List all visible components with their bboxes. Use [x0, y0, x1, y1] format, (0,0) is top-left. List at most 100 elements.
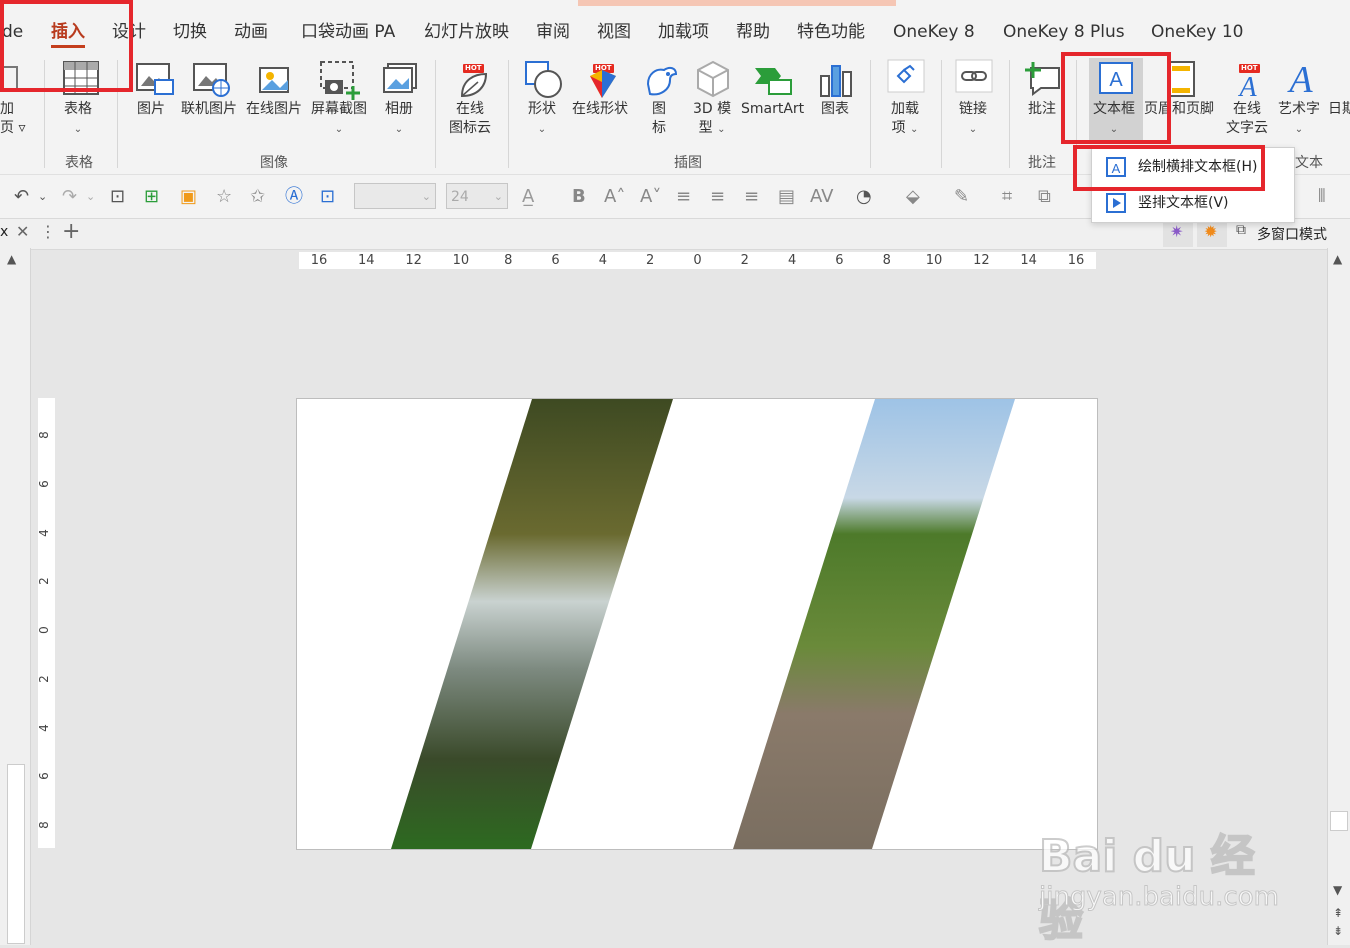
- left-pane-scrollbar[interactable]: ▲: [0, 248, 31, 945]
- star-outline-icon[interactable]: ✩: [250, 186, 265, 208]
- ruler-tick-label: 4: [36, 723, 51, 732]
- crop-icon[interactable]: ⌗: [1002, 186, 1012, 208]
- tab-transitions[interactable]: 切换: [173, 21, 207, 43]
- chevron-down-icon[interactable]: ⌄: [86, 186, 95, 208]
- tab-features[interactable]: 特色功能: [797, 21, 865, 43]
- select-objects-icon[interactable]: ▣: [180, 186, 197, 208]
- group-label-illustrations: 插图: [674, 155, 702, 171]
- date-button-partial[interactable]: 日期: [1328, 100, 1350, 119]
- shapes-button[interactable]: 形状 ⌄: [528, 100, 556, 139]
- vertical-textbox-item[interactable]: 竖排文本框(V): [1092, 186, 1294, 220]
- vertical-textbox-icon[interactable]: ⊡: [320, 186, 335, 208]
- scroll-down-icon[interactable]: ▼: [1333, 883, 1342, 897]
- ruler-tick-label: 12: [973, 253, 990, 268]
- 3d-model-button[interactable]: 3D 模 型 ⌄: [693, 100, 731, 139]
- gear-icon[interactable]: ✹: [1197, 219, 1227, 247]
- decrease-font-icon[interactable]: A˅: [640, 186, 661, 208]
- next-slide-icon[interactable]: ⇟: [1333, 924, 1343, 938]
- garden-photo-parallelogram[interactable]: [733, 399, 1015, 849]
- distribute-horizontal-icon[interactable]: ⫴: [1318, 186, 1326, 208]
- addins-icon: [887, 59, 925, 93]
- tab-addins[interactable]: 加载项: [658, 21, 709, 43]
- doc-tab-label[interactable]: x: [0, 224, 8, 240]
- group-divider: [870, 60, 871, 168]
- horizontal-textbox-icon[interactable]: Ⓐ: [285, 186, 303, 208]
- leaf-icon: [460, 72, 488, 98]
- baidu-watermark: Bai du 经验 jingyan.baidu.com: [1035, 800, 1295, 947]
- screenshot-button[interactable]: 屏幕截图 ⌄: [311, 100, 367, 139]
- tab-slideshow[interactable]: 幻灯片放映: [424, 21, 509, 43]
- online-wordart-button[interactable]: 在线 文字云: [1226, 100, 1268, 138]
- scroll-up-icon[interactable]: ▲: [7, 252, 16, 266]
- right-scrollbar[interactable]: ▲ ▼ ⇞ ⇟: [1327, 248, 1350, 945]
- align-center-icon[interactable]: ≡: [676, 186, 691, 208]
- close-icon[interactable]: ✕: [16, 222, 29, 241]
- comment-icon: [1025, 62, 1060, 96]
- multi-window-button[interactable]: 多窗口模式: [1257, 224, 1327, 244]
- picture-button[interactable]: 图片: [137, 100, 165, 119]
- smartart-button[interactable]: SmartArt: [741, 100, 804, 119]
- align-left-icon[interactable]: ≡: [744, 186, 759, 208]
- tab-review[interactable]: 审阅: [536, 21, 570, 43]
- group-icon[interactable]: ⧉: [1038, 186, 1051, 208]
- waterfall-photo-parallelogram[interactable]: [391, 399, 673, 849]
- multi-window-icon: ⧉: [1236, 222, 1246, 238]
- bold-icon[interactable]: B: [572, 186, 586, 208]
- tab-animations[interactable]: 动画: [234, 21, 268, 43]
- tab-view[interactable]: 视图: [597, 21, 631, 43]
- online-icons-button[interactable]: 在线 图标云: [449, 100, 491, 138]
- font-name-select[interactable]: ⌄: [354, 183, 436, 209]
- shape-fill-icon[interactable]: ◔: [856, 186, 872, 208]
- ruler-tick-label: 10: [452, 253, 470, 268]
- addins-button[interactable]: 加载 项 ⌄: [891, 100, 919, 139]
- scroll-thumb[interactable]: [1330, 811, 1348, 831]
- magic-icon[interactable]: ✷: [1163, 219, 1193, 247]
- online-icons-label-2: 图标云: [449, 120, 491, 136]
- font-size-select[interactable]: 24 ⌄: [446, 183, 508, 209]
- chevron-down-icon[interactable]: ⌄: [38, 186, 47, 208]
- redo-icon[interactable]: ↷: [62, 186, 77, 208]
- wordart-button[interactable]: 艺术字 ⌄: [1278, 100, 1320, 139]
- icons-button[interactable]: 图 标: [652, 100, 666, 138]
- tab-pocket-animation[interactable]: 口袋动画 PA: [301, 21, 395, 43]
- screenshot-label: 屏幕截图: [311, 101, 367, 117]
- tab-help[interactable]: 帮助: [736, 21, 770, 43]
- align-icon[interactable]: ⊞: [144, 186, 159, 208]
- chart-button[interactable]: 图表: [821, 100, 849, 119]
- scroll-thumb[interactable]: [7, 764, 25, 944]
- 3d-model-label-2: 型: [698, 120, 713, 136]
- increase-font-icon[interactable]: A˄: [604, 186, 625, 208]
- smartart-icon: [755, 68, 792, 95]
- tab-onekey8plus[interactable]: OneKey 8 Plus: [1003, 21, 1125, 43]
- new-slide-partial-button[interactable]: 加 页 ▿: [0, 100, 25, 138]
- prev-slide-icon[interactable]: ⇞: [1333, 906, 1343, 920]
- star-icon[interactable]: ☆: [216, 186, 232, 208]
- justify-icon[interactable]: ≡: [710, 186, 725, 208]
- slide-canvas[interactable]: [296, 398, 1098, 850]
- table-button[interactable]: 表格 ⌄: [64, 100, 92, 139]
- scroll-up-icon[interactable]: ▲: [1333, 252, 1342, 266]
- horizontal-ruler: 16 14 12 10 8 6 4 2 0 2 4 6 8 10 12 14 16: [299, 252, 1096, 269]
- tab-onekey8[interactable]: OneKey 8: [893, 21, 975, 43]
- add-tab-icon[interactable]: +: [62, 219, 80, 244]
- online-picture-button[interactable]: 联机图片: [181, 100, 237, 119]
- distribute-icon[interactable]: ▤: [778, 186, 795, 208]
- char-spacing-icon[interactable]: AV: [810, 186, 833, 208]
- more-icon[interactable]: ⋮: [40, 222, 56, 241]
- fill-bucket-icon[interactable]: ⬙: [906, 186, 920, 208]
- comment-button[interactable]: 批注: [1028, 100, 1056, 119]
- pen-icon[interactable]: ✎: [954, 186, 969, 208]
- link-button[interactable]: 链接 ⌄: [959, 100, 987, 139]
- web-picture-button[interactable]: 在线图片: [246, 100, 302, 119]
- group-label-table: 表格: [65, 155, 93, 171]
- font-color-icon[interactable]: A̲: [522, 186, 534, 208]
- online-shapes-button[interactable]: 在线形状: [572, 100, 628, 119]
- present-icon[interactable]: ⊡: [110, 186, 125, 208]
- album-icon: [383, 63, 417, 93]
- svg-text:A: A: [1286, 59, 1313, 98]
- chevron-down-icon: ⌄: [717, 124, 726, 135]
- undo-icon[interactable]: ↶: [14, 186, 29, 208]
- group-label-text: 文本: [1295, 155, 1323, 171]
- album-button[interactable]: 相册 ⌄: [385, 100, 413, 139]
- tab-onekey10[interactable]: OneKey 10: [1151, 21, 1243, 43]
